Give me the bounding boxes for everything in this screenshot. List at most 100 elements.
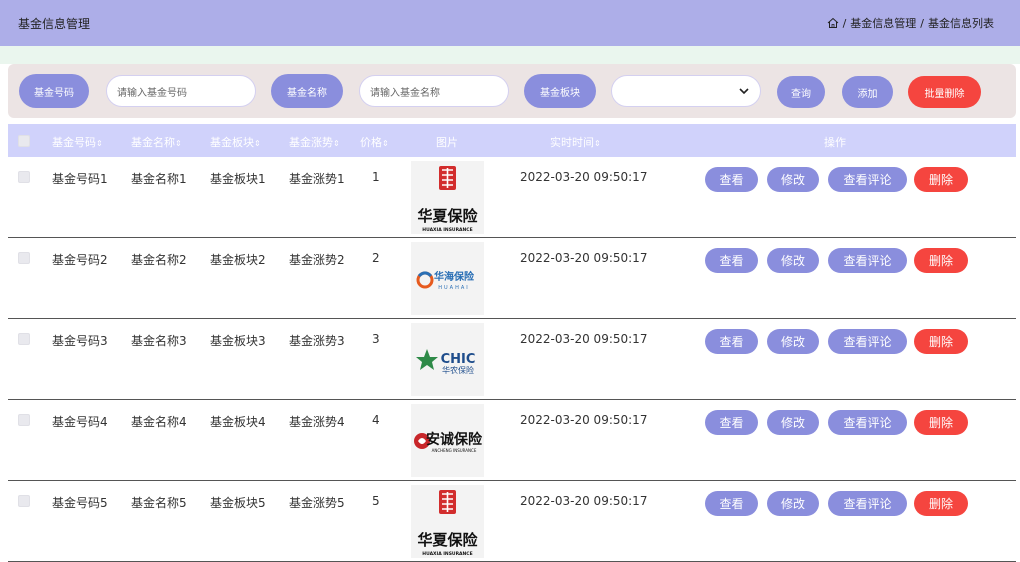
column-header-sector[interactable]: 基金板块⇕ <box>210 134 261 150</box>
edit-button[interactable]: 修改 <box>767 329 819 354</box>
cell-time: 2022-03-20 09:50:17 <box>520 170 648 184</box>
svg-text:华海保险: 华海保险 <box>434 270 475 283</box>
sort-icon[interactable]: ⇕ <box>96 139 103 148</box>
view-button[interactable]: 查看 <box>705 491 758 516</box>
fund-image[interactable]: 华夏保险 HUAXIA INSURANCE <box>411 161 484 234</box>
delete-button[interactable]: 删除 <box>914 329 968 354</box>
delete-button[interactable]: 删除 <box>914 491 968 516</box>
fund-code-label: 基金号码 <box>19 74 89 108</box>
add-button[interactable]: 添加 <box>842 76 893 108</box>
cell-price: 2 <box>372 251 380 265</box>
sort-icon[interactable]: ⇕ <box>333 139 340 148</box>
page-title: 基金信息管理 <box>18 17 91 31</box>
top-header: 基金信息管理 / 基金信息管理 / 基金信息列表 <box>0 0 1020 46</box>
cell-time: 2022-03-20 09:50:17 <box>520 494 648 508</box>
column-header-name[interactable]: 基金名称⇕ <box>131 134 182 150</box>
cell-trend: 基金涨势3 <box>289 334 345 348</box>
svg-text:HUAXIA INSURANCE: HUAXIA INSURANCE <box>422 551 472 557</box>
cell-code: 基金号码4 <box>52 415 108 429</box>
svg-text:华夏保险: 华夏保险 <box>417 207 478 225</box>
cell-price: 5 <box>372 494 380 508</box>
cell-name: 基金名称2 <box>131 253 187 267</box>
row-checkbox[interactable] <box>18 171 30 183</box>
delete-button[interactable]: 删除 <box>914 410 968 435</box>
edit-button[interactable]: 修改 <box>767 248 819 273</box>
cell-time: 2022-03-20 09:50:17 <box>520 413 648 427</box>
cell-price: 4 <box>372 413 380 427</box>
cell-sector: 基金板块3 <box>210 334 266 348</box>
delete-button[interactable]: 删除 <box>914 248 968 273</box>
breadcrumb: / 基金信息管理 / 基金信息列表 <box>827 15 994 31</box>
view-comments-button[interactable]: 查看评论 <box>828 491 907 516</box>
row-checkbox[interactable] <box>18 495 30 507</box>
breadcrumb-separator: / <box>842 16 847 30</box>
fund-image[interactable]: 华夏保险 HUAXIA INSURANCE <box>411 485 484 558</box>
fund-image[interactable]: 华海保险 HUAHAI <box>411 242 484 315</box>
column-header-price[interactable]: 价格⇕ <box>360 134 389 150</box>
row-checkbox[interactable] <box>18 333 30 345</box>
table-header: 基金号码⇕ 基金名称⇕ 基金板块⇕ 基金涨势⇕ 价格⇕ 图片 实时时间⇕ 操作 <box>8 124 1016 157</box>
select-all-checkbox[interactable] <box>18 135 30 147</box>
huahai-insurance-logo: 华海保险 HUAHAI <box>416 270 475 291</box>
view-button[interactable]: 查看 <box>705 167 758 192</box>
breadcrumb-item-fund-list: 基金信息列表 <box>928 17 994 30</box>
search-bar: 基金号码 请输入基金号码 基金名称 请输入基金名称 基金板块 查询 添加 批量删… <box>8 64 1016 118</box>
fund-image[interactable]: CHIC 华农保险 <box>411 323 484 396</box>
table-row: 基金号码1 基金名称1 基金板块1 基金涨势1 1 华夏保险 HUAXIA INSURANC… <box>8 157 1016 238</box>
cell-sector: 基金板块1 <box>210 172 266 186</box>
svg-text:华夏保险: 华夏保险 <box>417 531 478 549</box>
edit-button[interactable]: 修改 <box>767 410 819 435</box>
view-button[interactable]: 查看 <box>705 329 758 354</box>
breadcrumb-item-fund-management[interactable]: 基金信息管理 <box>850 15 916 31</box>
sort-icon[interactable]: ⇕ <box>594 139 601 148</box>
view-button[interactable]: 查看 <box>705 248 758 273</box>
svg-text:HUAHAI: HUAHAI <box>438 285 470 291</box>
cell-time: 2022-03-20 09:50:17 <box>520 251 648 265</box>
batch-delete-button[interactable]: 批量删除 <box>908 76 981 108</box>
query-button[interactable]: 查询 <box>777 76 825 108</box>
chic-insurance-logo: CHIC华农保险 <box>416 349 475 375</box>
fund-sector-label: 基金板块 <box>524 74 596 108</box>
cell-code: 基金号码1 <box>52 172 108 186</box>
view-comments-button[interactable]: 查看评论 <box>828 410 907 435</box>
view-comments-button[interactable]: 查看评论 <box>828 167 907 192</box>
view-button[interactable]: 查看 <box>705 410 758 435</box>
view-comments-button[interactable]: 查看评论 <box>828 248 907 273</box>
delete-button[interactable]: 删除 <box>914 167 968 192</box>
sort-icon[interactable]: ⇕ <box>254 139 261 148</box>
fund-sector-select[interactable] <box>611 75 761 107</box>
view-comments-button[interactable]: 查看评论 <box>828 329 907 354</box>
huaxia-insurance-logo: 华夏保险 HUAXIA INSURANCE <box>417 490 478 557</box>
cell-sector: 基金板块5 <box>210 496 266 510</box>
fund-name-label: 基金名称 <box>271 74 343 108</box>
fund-name-input[interactable]: 请输入基金名称 <box>359 75 509 107</box>
table-row: 基金号码4 基金名称4 基金板块4 基金涨势4 4 安诚保险 ANCHENG INSURAN… <box>8 400 1016 481</box>
svg-text:ANCHENG INSURANCE: ANCHENG INSURANCE <box>432 448 477 453</box>
cell-price: 3 <box>372 332 380 346</box>
cell-trend: 基金涨势1 <box>289 172 345 186</box>
cell-time: 2022-03-20 09:50:17 <box>520 332 648 346</box>
edit-button[interactable]: 修改 <box>767 167 819 192</box>
column-header-code[interactable]: 基金号码⇕ <box>52 134 103 150</box>
edit-button[interactable]: 修改 <box>767 491 819 516</box>
table-row: 基金号码2 基金名称2 基金板块2 基金涨势2 2 华海保险 HUAHAI 2022-03-2… <box>8 238 1016 319</box>
column-header-time[interactable]: 实时时间⇕ <box>550 134 601 150</box>
svg-text:华农保险: 华农保险 <box>442 365 474 375</box>
home-icon[interactable] <box>827 17 839 29</box>
sort-icon[interactable]: ⇕ <box>175 139 182 148</box>
table-row: 基金号码3 基金名称3 基金板块3 基金涨势3 3 CHIC 华农保险 2022-03-20 … <box>8 319 1016 400</box>
breadcrumb-separator: / <box>920 16 924 30</box>
cell-trend: 基金涨势2 <box>289 253 345 267</box>
table-row: 基金号码5 基金名称5 基金板块5 基金涨势5 5 华夏保险 HUAXIA INSURANC… <box>8 481 1016 562</box>
column-header-trend[interactable]: 基金涨势⇕ <box>289 134 340 150</box>
fund-code-input[interactable]: 请输入基金号码 <box>106 75 256 107</box>
cell-sector: 基金板块4 <box>210 415 266 429</box>
sort-icon[interactable]: ⇕ <box>382 139 389 148</box>
row-checkbox[interactable] <box>18 252 30 264</box>
spacer <box>0 46 1020 64</box>
row-checkbox[interactable] <box>18 414 30 426</box>
cell-trend: 基金涨势5 <box>289 496 345 510</box>
fund-image[interactable]: 安诚保险 ANCHENG INSURANCE <box>411 404 484 477</box>
cell-code: 基金号码3 <box>52 334 108 348</box>
cell-price: 1 <box>372 170 380 184</box>
